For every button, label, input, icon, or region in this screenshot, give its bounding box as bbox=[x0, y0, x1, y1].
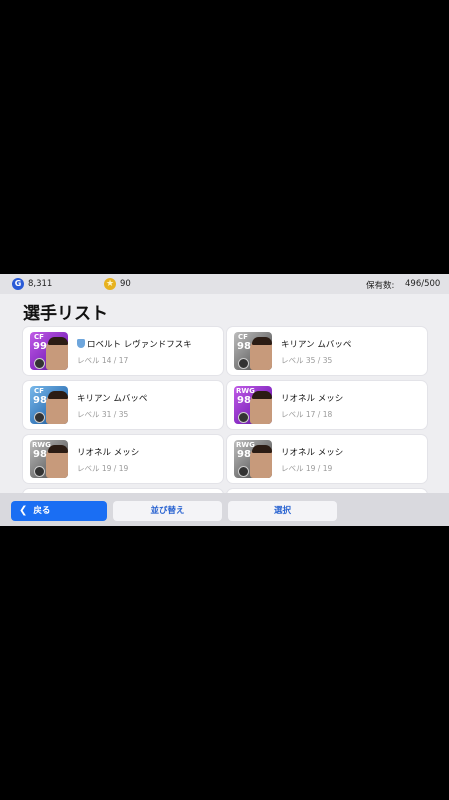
bottom-action-bar: ❮ 戻る 並び替え 選択 bbox=[0, 493, 449, 526]
position-label: RWG bbox=[236, 387, 255, 395]
coin-value: 90 bbox=[120, 279, 131, 289]
page-title: 選手リスト bbox=[23, 304, 108, 324]
league-badge-icon bbox=[238, 358, 249, 369]
player-face-icon bbox=[46, 445, 68, 478]
player-level: レベル 35 / 35 bbox=[281, 356, 333, 365]
player-thumbnail: RWG 98 bbox=[234, 440, 272, 478]
player-face-icon bbox=[250, 337, 272, 370]
position-label: RWG bbox=[236, 441, 255, 449]
owned-count: 496/500 bbox=[405, 279, 441, 289]
gp-value: 8,311 bbox=[28, 279, 53, 289]
league-badge-icon bbox=[34, 466, 45, 477]
player-face-icon bbox=[250, 445, 272, 478]
player-name: リオネル メッシ bbox=[281, 394, 344, 404]
player-face-icon bbox=[46, 391, 68, 424]
player-level: レベル 19 / 19 bbox=[77, 464, 129, 473]
player-name: リオネル メッシ bbox=[77, 448, 140, 458]
league-badge-icon bbox=[238, 412, 249, 423]
back-button[interactable]: ❮ 戻る bbox=[11, 501, 107, 521]
player-name: キリアン ムバッペ bbox=[77, 394, 148, 404]
league-badge-icon bbox=[238, 466, 249, 477]
player-card[interactable]: RWG 98 リオネル メッシ レベル 19 / 19 bbox=[227, 435, 427, 483]
back-button-label: 戻る bbox=[33, 506, 51, 516]
league-badge-icon bbox=[34, 358, 45, 369]
select-button[interactable]: 選択 bbox=[228, 501, 337, 521]
player-thumbnail: RWG 98 bbox=[234, 386, 272, 424]
position-label: RWG bbox=[32, 441, 51, 449]
player-list-screen: G 8,311 ★ 90 保有数: 496/500 選手リスト CF 99 ロベ… bbox=[0, 274, 449, 526]
player-card[interactable]: CF 99 ロベルト レヴァンドフスキ レベル 14 / 17 bbox=[23, 327, 223, 375]
coin-icon: ★ bbox=[104, 278, 116, 290]
owned-label: 保有数: bbox=[366, 281, 395, 291]
player-level: レベル 17 / 18 bbox=[281, 410, 333, 419]
league-badge-icon bbox=[34, 412, 45, 423]
player-name: ロベルト レヴァンドフスキ bbox=[77, 338, 192, 350]
player-card[interactable]: RWG 98 リオネル メッシ レベル 19 / 19 bbox=[23, 435, 223, 483]
favorite-shield-icon bbox=[77, 339, 85, 348]
player-level: レベル 14 / 17 bbox=[77, 356, 129, 365]
player-thumbnail: CF 98 bbox=[234, 332, 272, 370]
position-label: CF bbox=[238, 333, 248, 341]
player-level: レベル 19 / 19 bbox=[281, 464, 333, 473]
player-face-icon bbox=[250, 391, 272, 424]
player-card[interactable]: CF 98 キリアン ムバッペ レベル 35 / 35 bbox=[227, 327, 427, 375]
player-name-text: ロベルト レヴァンドフスキ bbox=[87, 340, 192, 350]
status-bar: G 8,311 ★ 90 保有数: 496/500 bbox=[0, 274, 449, 294]
player-card[interactable]: RWG 98 リオネル メッシ レベル 17 / 18 bbox=[227, 381, 427, 429]
sort-button[interactable]: 並び替え bbox=[113, 501, 222, 521]
player-thumbnail: RWG 98 bbox=[30, 440, 68, 478]
player-face-icon bbox=[46, 337, 68, 370]
player-card[interactable]: CF 98 キリアン ムバッペ レベル 31 / 35 bbox=[23, 381, 223, 429]
player-list[interactable]: CF 99 ロベルト レヴァンドフスキ レベル 14 / 17 CF 98 キリ… bbox=[0, 325, 449, 493]
player-thumbnail: CF 98 bbox=[30, 386, 68, 424]
player-level: レベル 31 / 35 bbox=[77, 410, 129, 419]
position-label: CF bbox=[34, 387, 44, 395]
player-name: リオネル メッシ bbox=[281, 448, 344, 458]
chevron-left-icon: ❮ bbox=[19, 505, 28, 516]
player-name: キリアン ムバッペ bbox=[281, 340, 352, 350]
player-thumbnail: CF 99 bbox=[30, 332, 68, 370]
gp-icon: G bbox=[12, 278, 24, 290]
position-label: CF bbox=[34, 333, 44, 341]
